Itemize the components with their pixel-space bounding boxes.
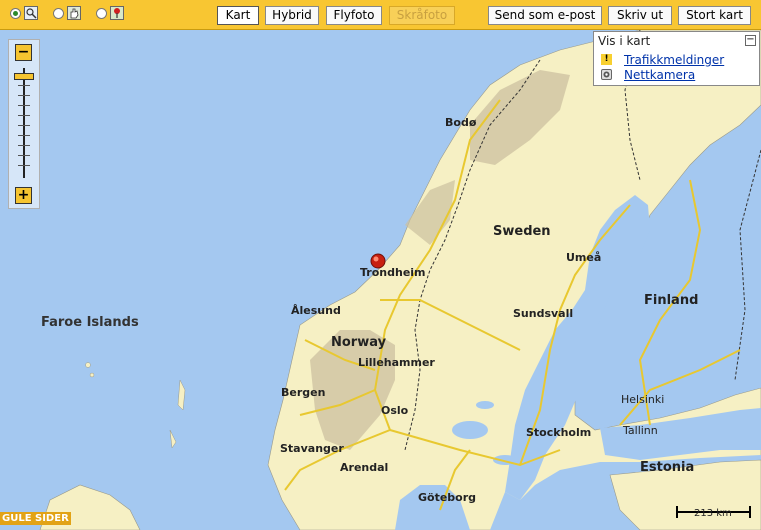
traffic-messages-link[interactable]: Trafikkmeldinger: [624, 53, 724, 67]
country-label-sweden: Sweden: [493, 224, 551, 239]
scale-label: 213 km: [694, 508, 732, 519]
hand-icon: [67, 6, 81, 20]
map-pin-icon: [110, 6, 124, 20]
large-map-button[interactable]: Stort kart: [678, 6, 751, 25]
marker-mode-option[interactable]: [96, 6, 124, 20]
warning-icon: !: [601, 54, 612, 65]
zoom-slider-handle[interactable]: [14, 73, 34, 80]
city-label-bodo: Bodø: [445, 116, 477, 129]
map-type-skrafoto-button: Skråfoto: [389, 6, 455, 25]
pan-mode-radio[interactable]: [53, 7, 64, 19]
map-layers-panel: Vis i kart − ! Trafikkmeldinger Nettkame…: [593, 31, 760, 86]
city-label-stavanger: Stavanger: [280, 442, 344, 455]
map-type-kart-button[interactable]: Kart: [217, 6, 259, 25]
zoom-tick: [18, 145, 30, 146]
country-label-norway: Norway: [331, 335, 387, 350]
city-label-tallinn: Tallinn: [623, 424, 658, 437]
city-label-arendal: Arendal: [340, 461, 389, 474]
city-label-goteborg: Göteborg: [418, 491, 477, 504]
zoom-control: − +: [8, 39, 40, 209]
city-label-trondheim: Trondheim: [360, 266, 426, 279]
scale-bar: 213 km: [676, 504, 752, 520]
city-label-alesund: Ålesund: [291, 304, 341, 317]
city-label-bergen: Bergen: [281, 386, 326, 399]
zoom-in-button[interactable]: +: [15, 187, 32, 204]
zoom-mode-radio[interactable]: [10, 7, 21, 19]
city-label-lillehammer: Lillehammer: [358, 356, 435, 369]
zoom-tick: [18, 95, 30, 96]
country-label-finland: Finland: [644, 293, 699, 308]
lake-malaren: [476, 401, 494, 409]
country-label-estonia: Estonia: [640, 460, 695, 475]
zoom-tick: [18, 115, 30, 116]
map-type-flyfoto-button[interactable]: Flyfoto: [326, 6, 382, 25]
gule-sider-logo[interactable]: GULE SIDER: [0, 512, 71, 525]
map-toolbar: Kart Hybrid Flyfoto Skråfoto Send som e-…: [0, 0, 761, 30]
city-label-stockholm: Stockholm: [526, 426, 592, 439]
send-email-button[interactable]: Send som e-post: [488, 6, 602, 25]
zoom-area-icon: [24, 6, 38, 20]
webcam-link[interactable]: Nettkamera: [624, 68, 695, 82]
camera-icon: [601, 69, 612, 80]
panel-collapse-button[interactable]: −: [745, 35, 756, 46]
lake-vanern: [452, 421, 488, 439]
city-label-sundsvall: Sundsvall: [513, 307, 574, 320]
zoom-mode-option[interactable]: [10, 6, 38, 20]
zoom-out-button[interactable]: −: [15, 44, 32, 61]
city-label-umea: Umeå: [566, 251, 602, 264]
map-graphic: [0, 30, 761, 530]
marker-mode-radio[interactable]: [96, 7, 107, 19]
map-canvas[interactable]: Bodø Trondheim Sweden Umeå Faroe Islands…: [0, 30, 761, 530]
city-label-oslo: Oslo: [381, 404, 409, 417]
zoom-tick: [18, 105, 30, 106]
map-type-hybrid-button[interactable]: Hybrid: [265, 6, 319, 25]
print-button[interactable]: Skriv ut: [608, 6, 672, 25]
zoom-tick: [18, 155, 30, 156]
region-label-faroe-islands: Faroe Islands: [41, 315, 139, 330]
zoom-tick: [18, 135, 30, 136]
panel-title: Vis i kart: [598, 34, 651, 48]
zoom-tick: [18, 165, 30, 166]
city-label-helsinki: Helsinki: [621, 393, 665, 406]
pan-mode-option[interactable]: [53, 6, 81, 20]
zoom-tick: [18, 85, 30, 86]
zoom-tick: [18, 125, 30, 126]
